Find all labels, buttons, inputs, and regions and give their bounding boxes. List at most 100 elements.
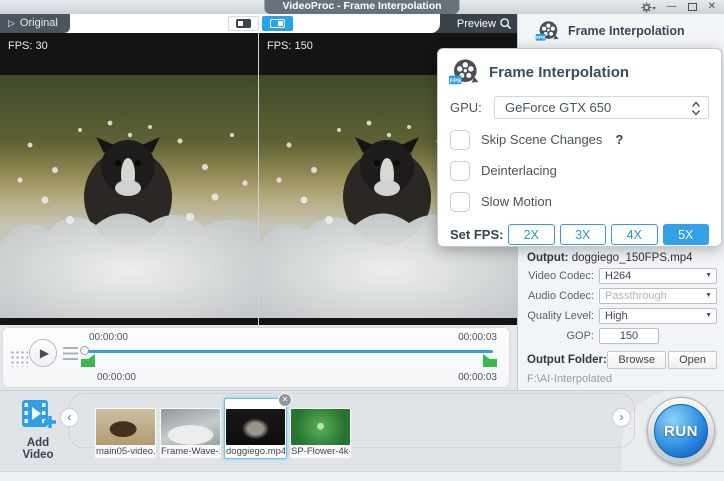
maximize-button[interactable] (688, 3, 697, 11)
track-list-icon (63, 347, 78, 361)
interpolated-fps-label: FPS: 150 (267, 40, 313, 52)
audio-codec-select[interactable]: Passthrough ▼ (599, 288, 717, 304)
browse-button[interactable]: Browse (607, 351, 666, 369)
output-label: Output: (527, 252, 569, 264)
pane-divider (258, 33, 259, 325)
clip-list: main05-video.mp Frame-Wave-108 ✕ doggieg… (94, 397, 352, 459)
clip-thumbnail (291, 409, 350, 445)
trim-end-marker[interactable] (483, 354, 497, 367)
end-time-label: 00:00:03 (458, 332, 497, 343)
media-bar: Add Video ‹ main05-video.mp Frame-Wave-1… (0, 390, 724, 481)
single-view-toggle[interactable] (228, 16, 259, 31)
slow-motion-checkbox[interactable] (450, 192, 470, 212)
add-video-icon (19, 399, 57, 430)
open-button[interactable]: Open (668, 351, 717, 369)
magnifier-icon (499, 17, 512, 30)
sidebar-header: Frame Interpolation (518, 14, 724, 44)
skip-scene-changes-checkbox[interactable] (450, 130, 470, 150)
run-button-label: RUN (664, 423, 698, 440)
dropdown-arrow-icon: ▼ (705, 292, 712, 299)
fps-3x-button[interactable]: 3X (560, 224, 607, 245)
help-icon[interactable]: ? (615, 132, 623, 147)
original-tab-label: Original (20, 14, 58, 33)
add-video-label: Add Video (11, 437, 65, 461)
window-title: VideoProc - Frame Interpolation (264, 0, 459, 14)
dropdown-arrow-icon: ▼ (705, 272, 712, 279)
dropdown-arrow-icon: ▼ (705, 312, 712, 319)
add-video-button[interactable]: Add Video (11, 399, 65, 461)
clip-name: main05-video.mp (96, 445, 155, 458)
film-reel-fps-icon (448, 58, 479, 87)
film-reel-fps-icon (535, 20, 559, 43)
deinterlacing-checkbox[interactable] (450, 161, 470, 181)
play-button[interactable]: ▶ (29, 339, 57, 367)
set-fps-label: Set FPS: (450, 227, 508, 242)
gop-input[interactable] (599, 328, 659, 344)
trim-start-marker[interactable] (81, 354, 95, 367)
skip-scene-changes-label: Skip Scene Changes (481, 132, 602, 147)
single-view-icon (236, 19, 251, 28)
clip-thumbnail (96, 409, 155, 445)
scroll-left-button[interactable]: ‹ (60, 408, 79, 427)
title-bar: VideoProc - Frame Interpolation ▾ — ✕ (0, 0, 724, 14)
videoproc-window: VideoProc - Frame Interpolation ▾ — ✕ (0, 0, 724, 481)
video-codec-label: Video Codec: (525, 270, 599, 282)
settings-caret-icon: ▾ (653, 5, 656, 13)
trim-start-time-label: 00:00:00 (97, 372, 136, 383)
fps-5x-button[interactable]: 5X (663, 224, 710, 245)
dialog-title: Frame Interpolation (489, 64, 629, 81)
clip-item[interactable]: Frame-Wave-108 (159, 407, 222, 459)
play-outline-icon: ▷ (8, 14, 15, 33)
clip-item[interactable]: SP-Flower-4k-29 (289, 407, 352, 459)
clip-thumbnail (161, 409, 220, 445)
close-button[interactable]: ✕ (708, 0, 716, 14)
quality-level-value: High (600, 309, 716, 323)
remove-clip-icon[interactable]: ✕ (278, 393, 292, 407)
grip-dots-icon[interactable] (10, 350, 28, 367)
output-folder-label: Output Folder: (527, 354, 607, 366)
output-filename: doggiego_150FPS.mp4 (572, 252, 693, 264)
fps-2x-button[interactable]: 2X (508, 224, 555, 245)
timeline-track-line[interactable] (83, 350, 493, 353)
gpu-select[interactable]: GeForce GTX 650 (494, 96, 709, 119)
gpu-value: GeForce GTX 650 (495, 100, 611, 115)
updown-chevron-icon (691, 101, 701, 116)
clip-item[interactable]: main05-video.mp (94, 407, 157, 459)
status-strip (0, 471, 724, 481)
clip-name: SP-Flower-4k-29 (291, 445, 350, 458)
frame-interpolation-dialog: Frame Interpolation GPU: GeForce GTX 650… (437, 48, 722, 247)
run-button-face[interactable]: RUN (654, 404, 708, 458)
audio-codec-value: Passthrough (600, 289, 716, 303)
trim-end-time-label: 00:00:03 (458, 372, 497, 383)
audio-codec-label: Audio Codec: (525, 290, 599, 302)
preview-button[interactable]: Preview (457, 14, 512, 33)
clip-name: doggiego.mp4 (226, 445, 285, 458)
preview-button-label: Preview (457, 18, 496, 30)
fps-4x-button[interactable]: 4X (611, 224, 658, 245)
output-folder-path: F:\AI-Interpolated (527, 373, 717, 385)
quality-level-select[interactable]: High ▼ (599, 308, 717, 324)
gop-label: GOP: (525, 330, 599, 342)
run-button[interactable]: RUN (647, 397, 715, 465)
slow-motion-label: Slow Motion (481, 194, 552, 209)
clip-name: Frame-Wave-108 (161, 445, 220, 458)
original-video-pane: FPS: 30 (0, 33, 258, 325)
clip-thumbnail (226, 409, 285, 445)
settings-gear-icon[interactable]: ▾ (641, 2, 656, 13)
video-codec-select[interactable]: H264 ▼ (599, 268, 717, 284)
split-view-toggle[interactable] (262, 16, 293, 31)
playhead-knob[interactable] (80, 346, 89, 355)
original-tab[interactable]: ▷ Original (0, 14, 70, 33)
quality-level-label: Quality Level: (525, 310, 599, 322)
preview-toolbar: ▷ Original Preview (0, 14, 517, 33)
minimize-button[interactable]: — (667, 0, 677, 14)
deinterlacing-label: Deinterlacing (481, 163, 557, 178)
sidebar-header-label: Frame Interpolation (568, 24, 685, 38)
play-icon: ▶ (37, 346, 49, 360)
gpu-label: GPU: (450, 100, 494, 115)
clip-item-selected[interactable]: ✕ doggiego.mp4 (224, 398, 287, 459)
original-video-frame (0, 75, 258, 318)
scroll-right-button[interactable]: › (612, 408, 631, 427)
trim-track[interactable]: 00:00:00 00:00:03 00:00:00 00:00:03 (83, 328, 493, 387)
split-view-icon (270, 19, 285, 28)
